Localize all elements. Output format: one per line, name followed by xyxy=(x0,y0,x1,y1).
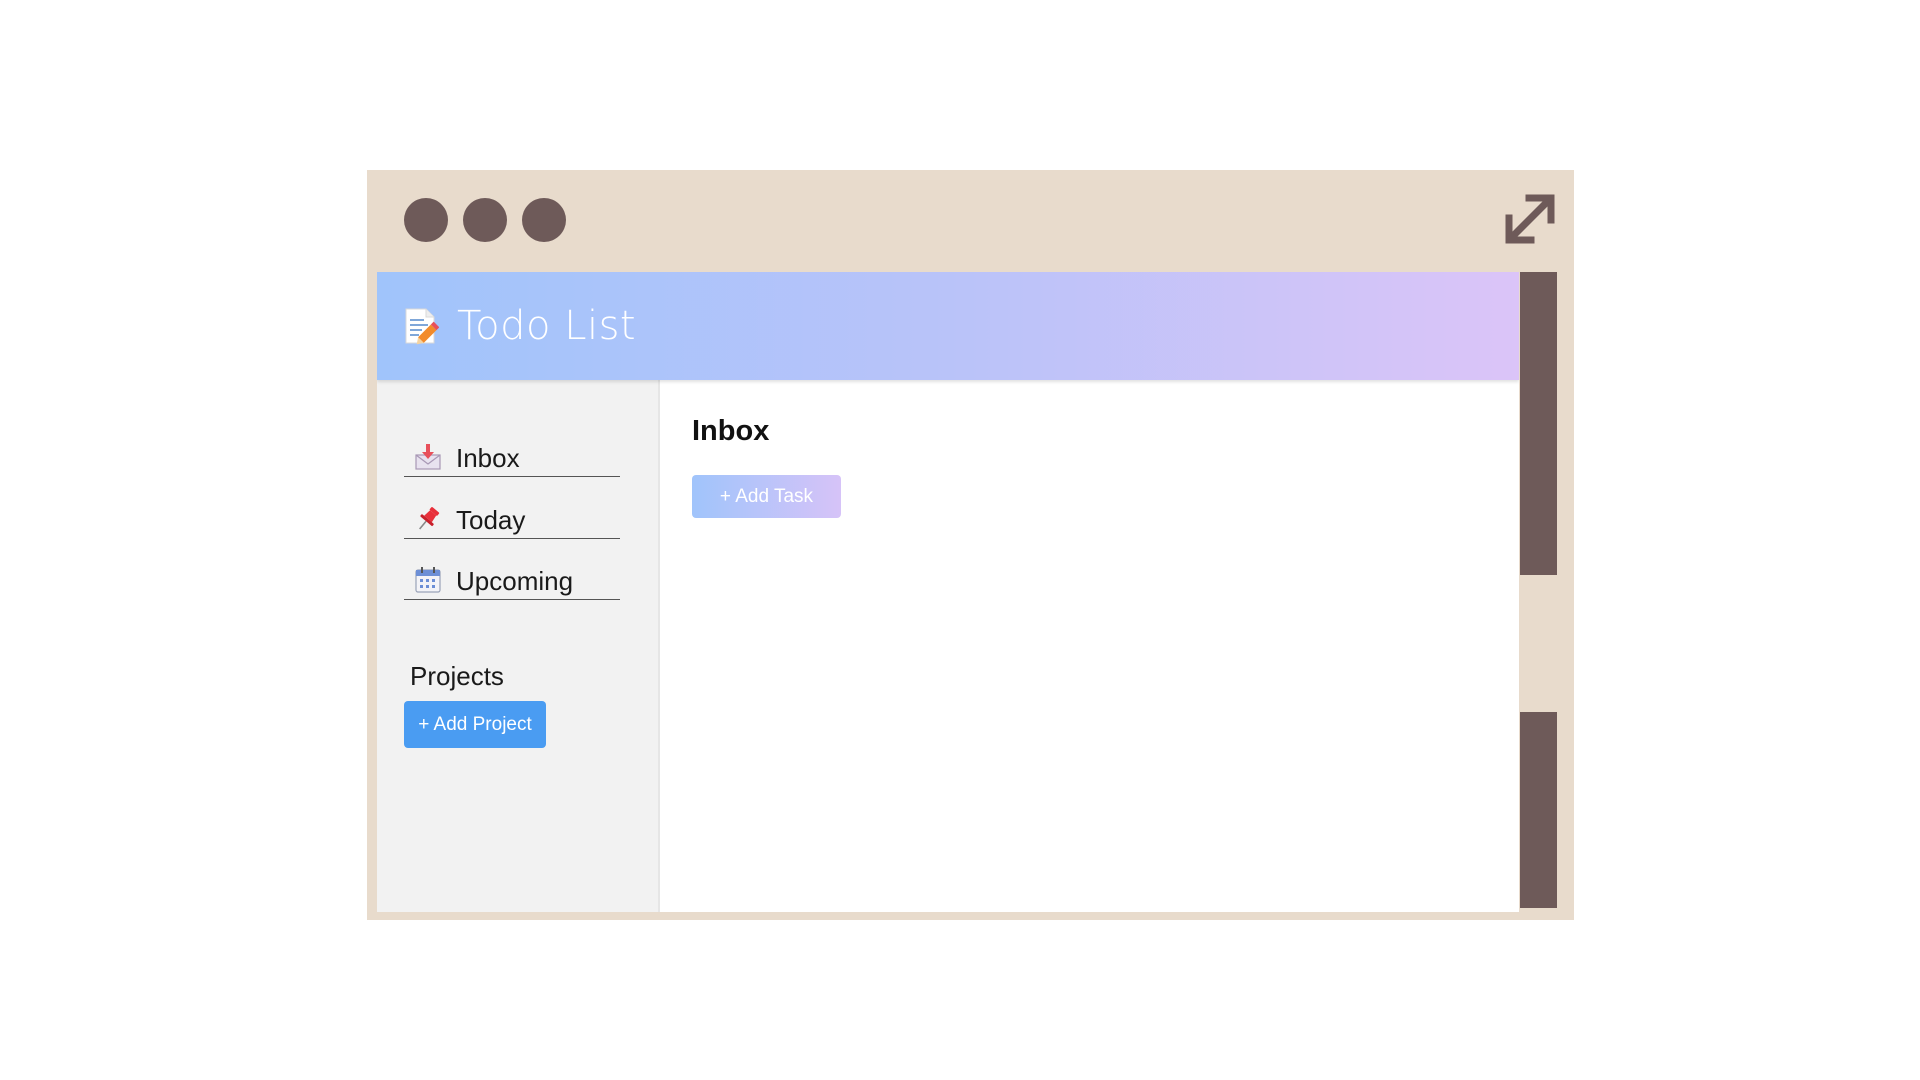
sidebar-item-label: Inbox xyxy=(456,443,520,473)
window-control-dot[interactable] xyxy=(522,198,566,242)
app-header: Todo List xyxy=(377,272,1519,380)
memo-pencil-icon xyxy=(405,308,439,345)
projects-heading: Projects xyxy=(410,661,504,691)
main-content: Inbox + Add Task xyxy=(660,380,1519,912)
inbox-tray-icon xyxy=(415,444,441,470)
app-window: Todo List Inbox Today Upcoming Projects … xyxy=(367,170,1574,920)
sidebar: Inbox Today Upcoming Projects + Add Proj… xyxy=(377,380,660,912)
add-project-button[interactable]: + Add Project xyxy=(404,701,546,748)
add-task-button[interactable]: + Add Task xyxy=(692,475,841,518)
window-control-dot[interactable] xyxy=(463,198,507,242)
pushpin-icon xyxy=(419,507,440,530)
app-title: Todo List xyxy=(457,303,637,349)
page-title: Inbox xyxy=(692,415,770,447)
scrollbar-lower[interactable] xyxy=(1520,712,1557,908)
sidebar-item-today[interactable]: Today xyxy=(404,494,620,539)
app-viewport: Todo List Inbox Today Upcoming Projects … xyxy=(377,272,1519,912)
sidebar-item-upcoming[interactable]: Upcoming xyxy=(404,555,620,600)
expand-arrows-icon[interactable] xyxy=(1499,188,1561,250)
window-titlebar xyxy=(367,170,1574,272)
sidebar-item-inbox[interactable]: Inbox xyxy=(404,432,620,477)
window-control-dot[interactable] xyxy=(404,198,448,242)
scrollbar-upper[interactable] xyxy=(1520,272,1557,575)
sidebar-item-label: Upcoming xyxy=(456,566,574,596)
sidebar-item-label: Today xyxy=(456,505,526,535)
calendar-icon xyxy=(415,567,441,593)
